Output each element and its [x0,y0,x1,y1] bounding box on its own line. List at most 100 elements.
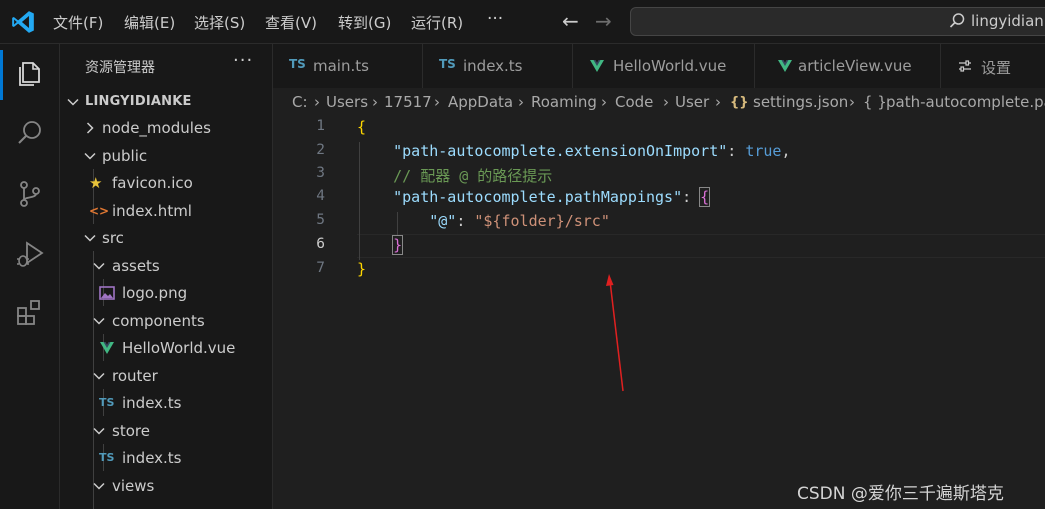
chevron-down-icon [93,427,105,435]
tree-label: index.ts [122,394,182,412]
breadcrumb-item[interactable]: Code [615,93,653,111]
menu-more[interactable]: ··· [487,9,503,29]
menu-run[interactable]: 运行(R) [411,12,463,33]
breadcrumb-item[interactable]: settings.json [753,93,848,111]
back-button[interactable]: ← [562,9,579,33]
tab-main-ts[interactable]: TS main.ts [273,44,423,88]
tree-file-store-index-ts[interactable]: TS index.ts [60,445,272,472]
code-line-6: } [392,235,404,255]
tab-index-ts[interactable]: TS index.ts [423,44,573,88]
breadcrumb-item[interactable]: Roaming [531,93,597,111]
code-line-5: "@": "${folder}/src" [429,212,610,230]
breadcrumb-item[interactable]: 17517 [384,93,432,111]
breadcrumb-item[interactable]: User [675,93,709,111]
html-icon: <> [89,204,110,218]
vue-icon [778,60,792,72]
tree-label: node_modules [102,119,211,137]
code-line-4: "path-autocomplete.pathMappings": { [393,187,711,207]
object-icon: { } [863,93,887,111]
tab-label: main.ts [313,57,369,75]
menu-go[interactable]: 转到(G) [338,12,391,33]
extensions-icon[interactable] [14,297,46,329]
chevron-down-icon [67,98,79,106]
breadcrumb-separator: › [434,93,440,111]
tree-file-helloworld-vue[interactable]: HelloWorld.vue [60,335,272,362]
tree-label: index.ts [122,449,182,467]
tree-label: logo.png [122,284,188,302]
chevron-down-icon [93,482,105,490]
code-editor[interactable]: 1 2 3 4 5 6 7 { "path-autocomplete.exten… [273,116,1045,509]
tree-label: HelloWorld.vue [122,339,236,357]
search-text: lingyidianke [971,12,1045,30]
editor-tabs: TS main.ts TS index.ts HelloWorld.vue ar… [273,44,1045,88]
tree-folder-router[interactable]: router [60,363,272,390]
vue-icon [590,60,604,72]
sidebar-more-button[interactable]: ··· [233,50,253,71]
ts-icon: TS [99,396,115,409]
tree-folder-public[interactable]: public [60,143,272,170]
breadcrumb-separator: › [314,93,320,111]
breadcrumb-item[interactable]: Users [326,93,368,111]
star-icon: ★ [89,174,103,192]
sidebar-title: 资源管理器 [85,60,155,76]
chevron-down-icon [84,152,96,160]
title-bar: 文件(F) 编辑(E) 选择(S) 查看(V) 转到(G) 运行(R) ··· … [0,0,1045,44]
explorer-sidebar: 资源管理器 ··· LINGYIDIANKE node_modules publ… [60,44,273,509]
tree-label: src [102,229,124,247]
chevron-down-icon [84,234,96,242]
tree-folder-node-modules[interactable]: node_modules [60,115,272,142]
breadcrumb-item[interactable]: C: [292,93,308,111]
tab-settings[interactable]: 设置 [941,44,1045,88]
breadcrumb-separator: › [601,93,607,111]
tab-label: HelloWorld.vue [613,57,727,75]
forward-button[interactable]: → [595,9,612,33]
tree-folder-assets[interactable]: assets [60,253,272,280]
tree-file-index-html[interactable]: <> index.html [60,198,272,225]
menu-view[interactable]: 查看(V) [265,12,317,33]
tree-label: components [112,312,205,330]
settings-sliders-icon [959,60,971,72]
breadcrumb-item[interactable]: AppData [448,93,513,111]
line-number: 6 [316,236,325,252]
tree-file-router-index-ts[interactable]: TS index.ts [60,390,272,417]
tree-folder-store[interactable]: store [60,418,272,445]
source-control-icon[interactable] [14,178,46,210]
annotation-arrow-icon [606,274,624,392]
search-icon [949,13,965,28]
activity-bar [0,44,60,509]
watermark: CSDN @爱你三千遍斯塔克 [797,484,1004,504]
menu-edit[interactable]: 编辑(E) [124,12,175,33]
tree-root-label: LINGYIDIANKE [85,94,192,109]
chevron-right-icon [86,122,94,134]
breadcrumb-separator: › [372,93,378,111]
menu-file[interactable]: 文件(F) [53,12,103,33]
tree-label: views [112,477,155,495]
json-icon: {} [730,95,749,110]
tree-label: store [112,422,150,440]
tree-label: index.html [112,202,192,220]
code-line-2: "path-autocomplete.extensionOnImport": t… [393,142,791,160]
explorer-icon[interactable] [14,57,46,89]
chevron-down-icon [93,317,105,325]
command-center-search[interactable]: lingyidianke [630,7,1045,36]
tab-articleview-vue[interactable]: articleView.vue [755,44,941,88]
vscode-logo-icon[interactable] [10,9,36,35]
line-number: 5 [316,212,325,228]
image-icon [99,286,115,300]
tab-helloworld-vue[interactable]: HelloWorld.vue [573,44,755,88]
tree-folder-views[interactable]: views [60,473,272,500]
tree-root[interactable]: LINGYIDIANKE [60,88,272,115]
code-line-1: { [357,118,367,136]
run-debug-icon[interactable] [14,238,46,270]
chevron-down-icon [93,372,105,380]
code-line-7: } [357,260,367,278]
menu-selection[interactable]: 选择(S) [194,12,245,33]
breadcrumb-item[interactable]: path-autocomplete.pa [886,93,1045,111]
tree-folder-components[interactable]: components [60,308,272,335]
line-number: 2 [316,142,325,158]
tree-file-logo-png[interactable]: logo.png [60,280,272,307]
tree-label: router [112,367,158,385]
tree-file-favicon[interactable]: ★ favicon.ico [60,170,272,197]
search-icon[interactable] [14,117,46,149]
tree-folder-src[interactable]: src [60,225,272,252]
